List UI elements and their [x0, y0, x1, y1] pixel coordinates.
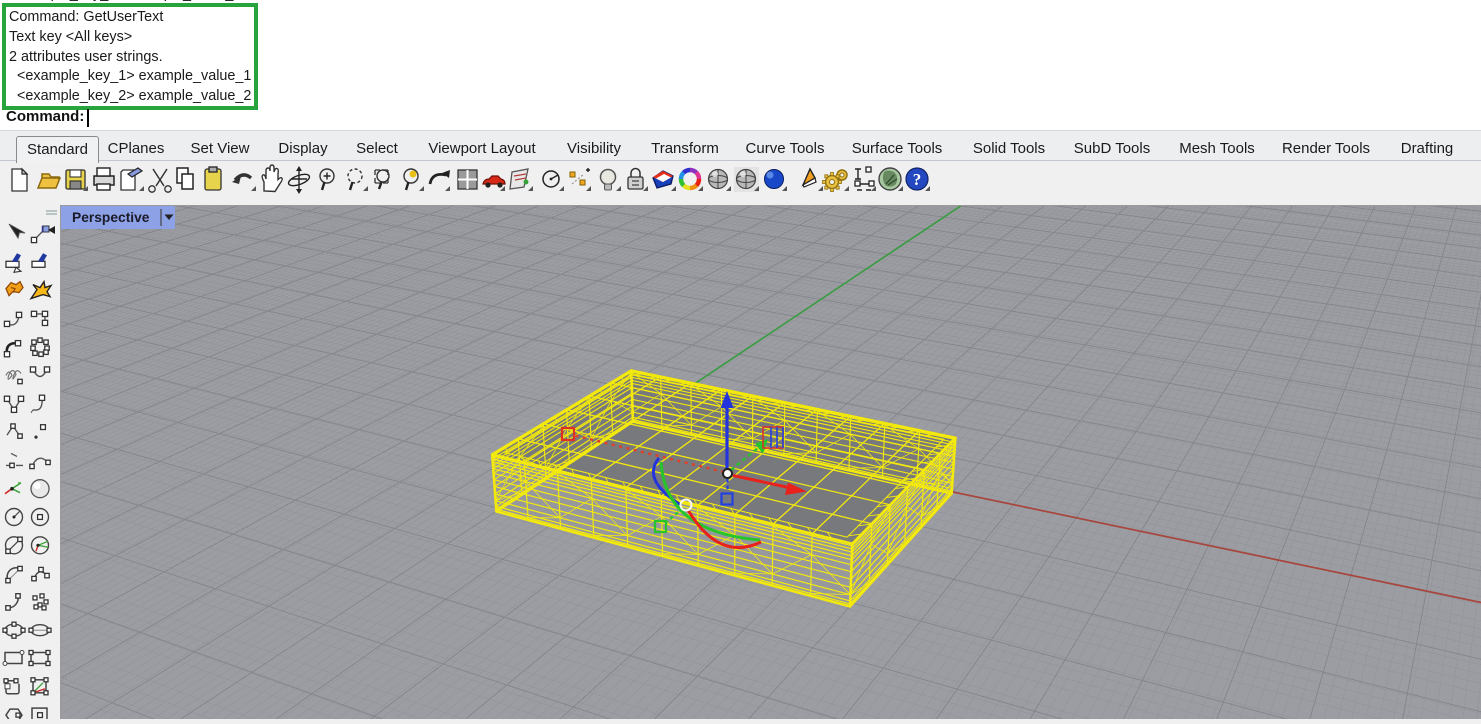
- svg-text:?: ?: [913, 170, 922, 189]
